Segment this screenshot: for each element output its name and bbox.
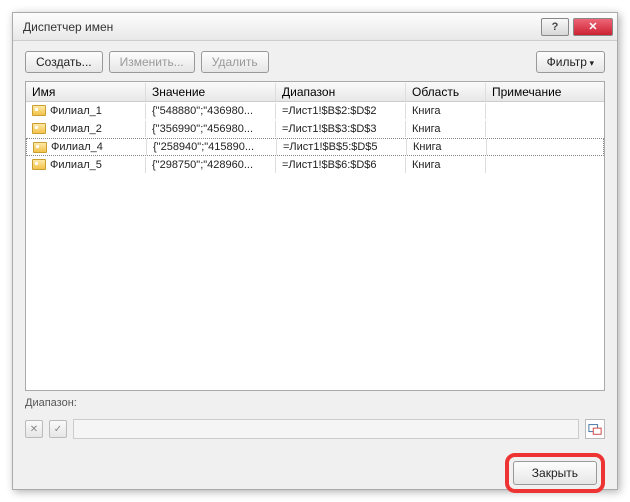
toolbar: Создать... Изменить... Удалить Фильтр [13,41,617,81]
footer: Закрыть [13,445,617,501]
header-range[interactable]: Диапазон [276,83,406,101]
header-comment[interactable]: Примечание [486,83,604,101]
header-name[interactable]: Имя [26,83,146,101]
help-button[interactable]: ? [541,18,569,36]
window-close-button[interactable]: ✕ [573,18,613,36]
new-button[interactable]: Создать... [25,51,103,73]
name-icon [32,159,46,170]
cancel-edit-icon: ✕ [25,420,43,438]
list-header[interactable]: Имя Значение Диапазон Область Примечание [26,82,604,102]
name-manager-dialog: Диспетчер имен ? ✕ Создать... Изменить..… [12,12,618,490]
list-body: Филиал_1{"548880";"436980...=Лист1!$B$2:… [26,102,604,174]
range-input[interactable] [73,419,579,439]
table-row[interactable]: Филиал_1{"548880";"436980...=Лист1!$B$2:… [26,102,604,120]
edit-button: Изменить... [109,51,195,73]
close-highlight: Закрыть [505,453,605,493]
table-row[interactable]: Филиал_2{"356990";"456980...=Лист1!$B$3:… [26,120,604,138]
table-row[interactable]: Филиал_4{"258940";"415890...=Лист1!$B$5:… [26,138,604,156]
name-icon [32,105,46,116]
range-label: Диапазон: [13,397,617,409]
header-value[interactable]: Значение [146,83,276,101]
titlebar: Диспетчер имен ? ✕ [13,13,617,41]
name-icon [32,123,46,134]
collapse-dialog-icon[interactable] [585,419,605,439]
titlebar-controls: ? ✕ [541,18,613,36]
delete-button: Удалить [201,51,269,73]
names-list[interactable]: Имя Значение Диапазон Область Примечание… [25,81,605,391]
confirm-edit-icon: ✓ [49,420,67,438]
table-row[interactable]: Филиал_5{"298750";"428960...=Лист1!$B$6:… [26,156,604,174]
dialog-title: Диспетчер имен [23,20,541,34]
name-icon [33,142,47,153]
close-button[interactable]: Закрыть [513,461,597,485]
header-scope[interactable]: Область [406,83,486,101]
filter-button[interactable]: Фильтр [536,51,605,73]
range-bar: ✕ ✓ [13,411,617,445]
